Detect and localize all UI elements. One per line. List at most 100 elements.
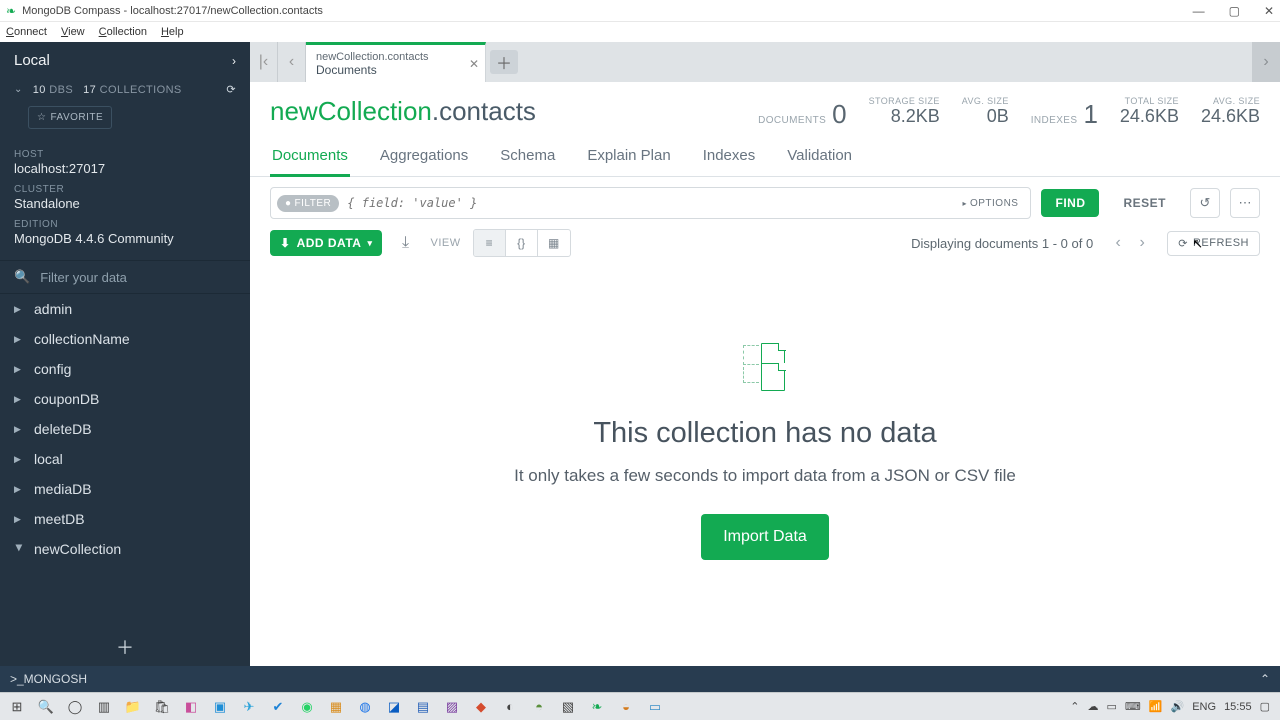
minimize-button[interactable]: —: [1193, 4, 1205, 18]
query-input[interactable]: [339, 196, 956, 210]
download-icon: ⬇: [280, 236, 291, 250]
taskbar-app[interactable]: ◪: [381, 695, 407, 719]
cluster-value: Standalone: [14, 196, 236, 211]
caret-icon: ▶: [14, 514, 24, 525]
view-list-button[interactable]: ≡: [474, 230, 506, 256]
taskbar-app[interactable]: ◐: [497, 695, 523, 719]
sidebar-item-admin[interactable]: ▶admin: [0, 294, 250, 324]
taskbar-app[interactable]: ◧: [178, 695, 204, 719]
refresh-icon: ⟳: [1178, 237, 1188, 250]
empty-subtext: It only takes a few seconds to import da…: [514, 466, 1016, 486]
menu-collection[interactable]: Collection: [99, 26, 147, 38]
taskbar-app[interactable]: ◒: [613, 695, 639, 719]
view-table-button[interactable]: ▦: [538, 230, 570, 256]
menu-connect[interactable]: Connect: [6, 26, 47, 38]
taskbar-app[interactable]: ▭: [642, 695, 668, 719]
menu-help[interactable]: Help: [161, 26, 184, 38]
more-icon[interactable]: ⋯: [1230, 188, 1260, 218]
sidebar-item-mediaDB[interactable]: ▶mediaDB: [0, 474, 250, 504]
db-count: 10: [33, 84, 46, 96]
sidebar-item-newCollection[interactable]: ▶newCollection: [0, 534, 250, 564]
taskbar-app[interactable]: ✔: [265, 695, 291, 719]
sidebar-item-label: admin: [34, 301, 72, 317]
tab-indexes[interactable]: Indexes: [701, 137, 758, 176]
task-view-icon[interactable]: ◯: [62, 695, 88, 719]
tray-wifi-icon[interactable]: 📶: [1149, 700, 1163, 713]
database-list: ▶admin▶collectionName▶config▶couponDB▶de…: [0, 294, 250, 630]
sidebar-item-local[interactable]: ▶local: [0, 444, 250, 474]
displaying-text: Displaying documents 1 - 0 of 0: [911, 236, 1093, 251]
indexes-count: 1: [1083, 101, 1097, 127]
taskbar-app[interactable]: ▨: [439, 695, 465, 719]
tray-keyboard-icon[interactable]: ⌨: [1125, 700, 1141, 713]
tab-documents[interactable]: Documents: [270, 137, 350, 177]
sidebar-item-config[interactable]: ▶config: [0, 354, 250, 384]
sidebar-item-label: local: [34, 451, 63, 467]
storage-size: 8.2KB: [869, 106, 940, 127]
taskbar-app[interactable]: ◉: [294, 695, 320, 719]
maximize-button[interactable]: ▢: [1229, 4, 1240, 18]
tab-nav-next[interactable]: ›: [1252, 42, 1280, 82]
close-button[interactable]: ✕: [1264, 4, 1274, 18]
refresh-icon[interactable]: ⟳: [226, 83, 236, 96]
find-button[interactable]: FIND: [1041, 189, 1099, 217]
tab-aggregations[interactable]: Aggregations: [378, 137, 470, 176]
tray-battery-icon[interactable]: ▭: [1107, 700, 1117, 713]
start-button[interactable]: ⊞: [4, 695, 30, 719]
sidebar-item-deleteDB[interactable]: ▶deleteDB: [0, 414, 250, 444]
chevron-down-icon[interactable]: ⌄: [14, 84, 23, 95]
tray-lang[interactable]: ENG: [1192, 701, 1216, 713]
taskbar-app[interactable]: 📁: [120, 695, 146, 719]
sidebar-item-couponDB[interactable]: ▶couponDB: [0, 384, 250, 414]
sidebar-item-meetDB[interactable]: ▶meetDB: [0, 504, 250, 534]
refresh-button[interactable]: ⟳ REFRESH ↖: [1167, 231, 1260, 256]
tray-notifications-icon[interactable]: ▢: [1260, 700, 1270, 713]
filter-input[interactable]: [40, 270, 236, 285]
taskbar-app[interactable]: 🛍: [149, 695, 175, 719]
taskbar-app[interactable]: ◓: [526, 695, 552, 719]
tab-validation[interactable]: Validation: [785, 137, 854, 176]
search-icon: 🔍: [14, 269, 30, 285]
options-toggle[interactable]: OPTIONS: [956, 198, 1024, 209]
taskbar-app[interactable]: ▤: [410, 695, 436, 719]
tab-schema[interactable]: Schema: [498, 137, 557, 176]
add-database-button[interactable]: ＋: [0, 630, 250, 666]
menu-view[interactable]: View: [61, 26, 85, 38]
new-tab-button[interactable]: ＋: [490, 50, 518, 74]
export-icon[interactable]: ⤓: [390, 229, 420, 257]
tray-volume-icon[interactable]: 🔊: [1171, 700, 1185, 713]
tab-close-icon[interactable]: ✕: [469, 57, 479, 71]
page-next-button[interactable]: ›: [1131, 231, 1153, 255]
taskbar-app[interactable]: ▥: [91, 695, 117, 719]
tab-active[interactable]: newCollection.contacts Documents ✕: [306, 42, 486, 82]
page-prev-button[interactable]: ‹: [1107, 231, 1129, 255]
empty-heading: This collection has no data: [593, 417, 936, 450]
taskbar-app[interactable]: ▣: [207, 695, 233, 719]
shell-bar[interactable]: >_MONGOSH ⌃: [0, 666, 1280, 692]
titlebar: ❧ MongoDB Compass - localhost:27017/newC…: [0, 0, 1280, 22]
taskbar-app[interactable]: ❧: [584, 695, 610, 719]
view-json-button[interactable]: {}: [506, 230, 538, 256]
sidebar-item-label: couponDB: [34, 391, 99, 407]
reset-button[interactable]: RESET: [1109, 189, 1180, 217]
chevron-up-icon[interactable]: ⌃: [1260, 672, 1270, 686]
add-data-button[interactable]: ⬇ ADD DATA ▾: [270, 230, 382, 256]
taskbar-app[interactable]: ▧: [555, 695, 581, 719]
favorite-button[interactable]: ☆ FAVORITE: [28, 106, 112, 129]
taskbar-app[interactable]: ▦: [323, 695, 349, 719]
search-icon[interactable]: 🔍: [33, 695, 59, 719]
taskbar-app[interactable]: ◍: [352, 695, 378, 719]
sidebar-item-collectionName[interactable]: ▶collectionName: [0, 324, 250, 354]
total-size: 24.6KB: [1120, 106, 1179, 127]
tab-nav-prev[interactable]: ‹: [278, 42, 306, 82]
tray-chevron-icon[interactable]: ⌃: [1070, 700, 1079, 713]
tray-cloud-icon[interactable]: ☁: [1088, 700, 1099, 713]
history-icon[interactable]: ↺: [1190, 188, 1220, 218]
taskbar-app[interactable]: ✈: [236, 695, 262, 719]
taskbar-app[interactable]: ◆: [468, 695, 494, 719]
documents-icon: [743, 343, 787, 393]
tab-nav-first[interactable]: |‹: [250, 42, 278, 82]
import-data-button[interactable]: Import Data: [701, 514, 829, 560]
chevron-right-icon[interactable]: ›: [232, 54, 236, 68]
tab-explain-plan[interactable]: Explain Plan: [585, 137, 672, 176]
